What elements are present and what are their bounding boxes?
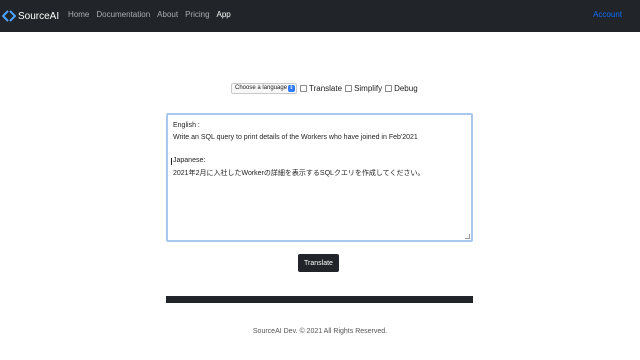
nav-link-documentation[interactable]: Documentation bbox=[96, 10, 150, 19]
translate-checkbox[interactable] bbox=[300, 84, 307, 92]
chevron-updown-icon: ⇕ bbox=[288, 84, 295, 92]
output-bar bbox=[166, 296, 473, 303]
language-select[interactable]: Choose a language ⇕ bbox=[231, 82, 297, 94]
language-select-value: Choose a language bbox=[235, 85, 288, 91]
prompt-textarea[interactable]: English : Write an SQL query to print de… bbox=[166, 113, 473, 242]
debug-checkbox-label: Debug bbox=[394, 83, 418, 93]
nav-link-home[interactable]: Home bbox=[68, 10, 89, 19]
simplify-checkbox[interactable] bbox=[345, 84, 353, 92]
textarea-line: 2021年2月に入社したWorkerの詳細を表示するSQLクエリを作成してくださ… bbox=[173, 170, 425, 177]
nav-link-app[interactable]: App bbox=[217, 10, 231, 19]
account-link[interactable]: Account bbox=[593, 10, 622, 19]
options-row: Choose a language ⇕ Translate Simplify D… bbox=[231, 82, 418, 94]
brand-name: SourceAI bbox=[18, 10, 60, 22]
textarea-line: Japanese: bbox=[173, 157, 206, 164]
simplify-checkbox-label: Simplify bbox=[354, 83, 383, 93]
translate-checkbox-label: Translate bbox=[309, 83, 343, 93]
sourceai-logo-icon bbox=[2, 10, 16, 22]
text-cursor bbox=[171, 158, 172, 165]
debug-checkbox[interactable] bbox=[385, 84, 393, 92]
nav-link-about[interactable]: About bbox=[157, 10, 178, 19]
nav-link-pricing[interactable]: Pricing bbox=[185, 10, 209, 19]
footer-text: SourceAI Dev. © 2021 All Rights Reserved… bbox=[252, 328, 388, 335]
navbar: SourceAI Home Documentation About Pricin… bbox=[0, 0, 640, 32]
textarea-line: Write an SQL query to print details of t… bbox=[173, 134, 418, 141]
textarea-line: English : bbox=[173, 122, 200, 129]
nav-links: Home Documentation About Pricing App bbox=[68, 10, 238, 19]
brand[interactable]: SourceAI bbox=[2, 8, 59, 24]
translate-button[interactable]: Translate bbox=[298, 254, 339, 272]
resize-handle-icon[interactable] bbox=[465, 234, 470, 239]
